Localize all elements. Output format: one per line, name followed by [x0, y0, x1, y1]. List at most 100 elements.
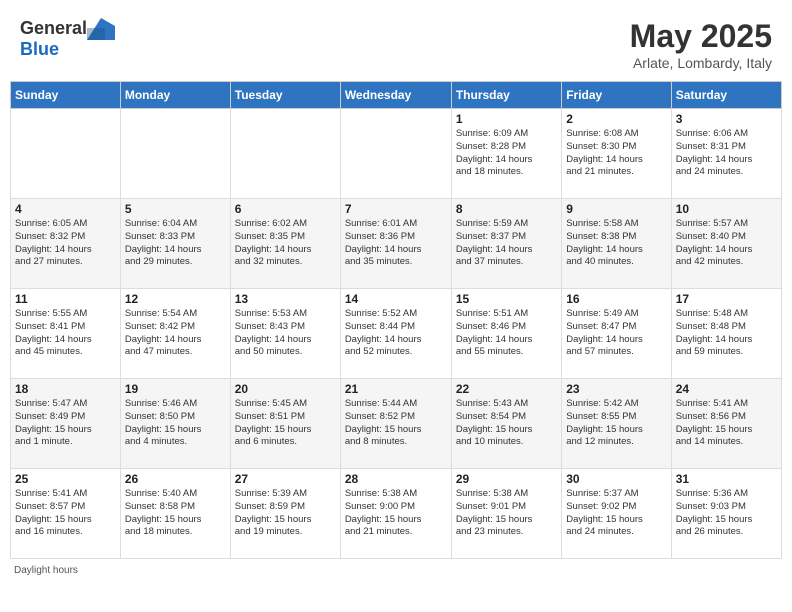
day-number: 2	[566, 112, 666, 126]
day-number: 19	[125, 382, 226, 396]
calendar-cell: 13 Sunrise: 5:53 AMSunset: 8:43 PMDayligh…	[230, 289, 340, 379]
calendar-cell: 3 Sunrise: 6:06 AMSunset: 8:31 PMDaylight…	[671, 109, 781, 199]
day-info: Sunrise: 5:43 AMSunset: 8:54 PMDaylight:…	[456, 398, 557, 449]
calendar-cell: 15Sunrise: 5:51 AMSunset: 8:46 PMDayligh…	[451, 289, 561, 379]
weekday-header-cell: Friday	[562, 82, 671, 109]
day-info: Sunrise: 6:05 AMSunset: 8:32 PMDaylight:…	[15, 218, 116, 269]
page-header: General Blue May 2025 Arlate, Lombardy, …	[10, 10, 782, 77]
logo-icon	[87, 18, 115, 40]
calendar-cell: 17Sunrise: 5:48 AMSunset: 8:48 PMDayligh…	[671, 289, 781, 379]
calendar-cell: 10Sunrise: 5:57 AMSunset: 8:40 PMDayligh…	[671, 199, 781, 289]
day-number: 5	[125, 202, 226, 216]
day-info: Sunrise: 5:41 AMSunset: 8:57 PMDaylight:…	[15, 488, 116, 539]
calendar-cell: 8Sunrise: 5:59 AMSunset: 8:37 PMDaylight…	[451, 199, 561, 289]
calendar-cell: 16Sunrise: 5:49 AMSunset: 8:47 PMDayligh…	[562, 289, 671, 379]
calendar-cell: 31Sunrise: 5:36 AMSunset: 9:03 PMDayligh…	[671, 469, 781, 559]
day-info: Sunrise: 5:38 AMSunset: 9:01 PMDaylight:…	[456, 488, 557, 539]
day-number: 3	[676, 112, 777, 126]
calendar-cell: 30 Sunrise: 5:37 AMSunset: 9:02 PMDayligh…	[562, 469, 671, 559]
calendar-cell: 6Sunrise: 6:02 AMSunset: 8:35 PMDaylight…	[230, 199, 340, 289]
weekday-header-cell: Tuesday	[230, 82, 340, 109]
logo: General Blue	[20, 18, 115, 60]
day-number: 10	[676, 202, 777, 216]
day-number: 22	[456, 382, 557, 396]
day-info: Sunrise: 6:08 AMSunset: 8:30 PMDaylight:…	[566, 128, 666, 179]
day-number: 26	[125, 472, 226, 486]
day-number: 17	[676, 292, 777, 306]
calendar-cell: 11 Sunrise: 5:55 AMSunset: 8:41 PMDayligh…	[11, 289, 121, 379]
footer: Daylight hours	[10, 565, 782, 576]
calendar-cell: 7Sunrise: 6:01 AMSunset: 8:36 PMDaylight…	[340, 199, 451, 289]
day-number: 21	[345, 382, 447, 396]
day-info: Sunrise: 5:38 AMSunset: 9:00 PMDaylight:…	[345, 488, 447, 539]
calendar-cell: 25 Sunrise: 5:41 AMSunset: 8:57 PMDayligh…	[11, 469, 121, 559]
day-info: Sunrise: 5:47 AMSunset: 8:49 PMDaylight:…	[15, 398, 116, 449]
logo-general: General	[20, 19, 87, 39]
day-number: 24	[676, 382, 777, 396]
day-info: Sunrise: 5:46 AMSunset: 8:50 PMDaylight:…	[125, 398, 226, 449]
day-number: 6	[235, 202, 336, 216]
day-info: Sunrise: 5:42 AMSunset: 8:55 PMDaylight:…	[566, 398, 666, 449]
day-info: Sunrise: 5:55 AMSunset: 8:41 PMDaylight:…	[15, 308, 116, 359]
weekday-header-cell: Monday	[120, 82, 230, 109]
day-number: 12	[125, 292, 226, 306]
title-block: May 2025 Arlate, Lombardy, Italy	[630, 18, 772, 71]
day-number: 25	[15, 472, 116, 486]
day-number: 20	[235, 382, 336, 396]
calendar-cell	[340, 109, 451, 199]
calendar-location: Arlate, Lombardy, Italy	[630, 55, 772, 71]
logo-blue: Blue	[20, 40, 59, 60]
calendar-cell: 19 Sunrise: 5:46 AMSunset: 8:50 PMDayligh…	[120, 379, 230, 469]
weekday-header-cell: Saturday	[671, 82, 781, 109]
calendar-week-row: 18 Sunrise: 5:47 AMSunset: 8:49 PMDayligh…	[11, 379, 782, 469]
day-info: Sunrise: 5:54 AMSunset: 8:42 PMDaylight:…	[125, 308, 226, 359]
day-info: Sunrise: 5:51 AMSunset: 8:46 PMDaylight:…	[456, 308, 557, 359]
day-info: Sunrise: 5:40 AMSunset: 8:58 PMDaylight:…	[125, 488, 226, 539]
calendar-cell: 24 Sunrise: 5:41 AMSunset: 8:56 PMDayligh…	[671, 379, 781, 469]
day-info: Sunrise: 5:44 AMSunset: 8:52 PMDaylight:…	[345, 398, 447, 449]
day-number: 13	[235, 292, 336, 306]
calendar-cell: 28 Sunrise: 5:38 AMSunset: 9:00 PMDayligh…	[340, 469, 451, 559]
day-number: 28	[345, 472, 447, 486]
day-info: Sunrise: 5:39 AMSunset: 8:59 PMDaylight:…	[235, 488, 336, 539]
day-info: Sunrise: 5:41 AMSunset: 8:56 PMDaylight:…	[676, 398, 777, 449]
calendar-cell: 26 Sunrise: 5:40 AMSunset: 8:58 PMDayligh…	[120, 469, 230, 559]
calendar-cell	[120, 109, 230, 199]
day-info: Sunrise: 5:45 AMSunset: 8:51 PMDaylight:…	[235, 398, 336, 449]
calendar-cell: 1 Sunrise: 6:09 AMSunset: 8:28 PMDaylight…	[451, 109, 561, 199]
day-number: 23	[566, 382, 666, 396]
day-number: 14	[345, 292, 447, 306]
day-number: 4	[15, 202, 116, 216]
calendar-body: 1 Sunrise: 6:09 AMSunset: 8:28 PMDaylight…	[11, 109, 782, 559]
day-number: 29	[456, 472, 557, 486]
calendar-cell: 29 Sunrise: 5:38 AMSunset: 9:01 PMDayligh…	[451, 469, 561, 559]
day-number: 8	[456, 202, 557, 216]
calendar-cell: 21 Sunrise: 5:44 AMSunset: 8:52 PMDayligh…	[340, 379, 451, 469]
calendar-cell: 18 Sunrise: 5:47 AMSunset: 8:49 PMDayligh…	[11, 379, 121, 469]
day-number: 18	[15, 382, 116, 396]
day-number: 7	[345, 202, 447, 216]
day-number: 30	[566, 472, 666, 486]
weekday-header-cell: Wednesday	[340, 82, 451, 109]
day-info: Sunrise: 5:53 AMSunset: 8:43 PMDaylight:…	[235, 308, 336, 359]
calendar-cell: 9Sunrise: 5:58 AMSunset: 8:38 PMDaylight…	[562, 199, 671, 289]
day-info: Sunrise: 5:37 AMSunset: 9:02 PMDaylight:…	[566, 488, 666, 539]
day-info: Sunrise: 6:06 AMSunset: 8:31 PMDaylight:…	[676, 128, 777, 179]
day-info: Sunrise: 5:58 AMSunset: 8:38 PMDaylight:…	[566, 218, 666, 269]
day-number: 27	[235, 472, 336, 486]
day-number: 11	[15, 292, 116, 306]
daylight-label: Daylight hours	[14, 565, 78, 576]
calendar-week-row: 4 Sunrise: 6:05 AMSunset: 8:32 PMDaylight…	[11, 199, 782, 289]
day-info: Sunrise: 5:52 AMSunset: 8:44 PMDaylight:…	[345, 308, 447, 359]
day-number: 16	[566, 292, 666, 306]
day-number: 1	[456, 112, 557, 126]
weekday-header-cell: Sunday	[11, 82, 121, 109]
calendar-cell: 4 Sunrise: 6:05 AMSunset: 8:32 PMDaylight…	[11, 199, 121, 289]
weekday-header-row: SundayMondayTuesdayWednesdayThursdayFrid…	[11, 82, 782, 109]
day-info: Sunrise: 6:09 AMSunset: 8:28 PMDaylight:…	[456, 128, 557, 179]
day-info: Sunrise: 6:04 AMSunset: 8:33 PMDaylight:…	[125, 218, 226, 269]
calendar-table: SundayMondayTuesdayWednesdayThursdayFrid…	[10, 81, 782, 559]
calendar-cell: 14 Sunrise: 5:52 AMSunset: 8:44 PMDayligh…	[340, 289, 451, 379]
calendar-week-row: 1 Sunrise: 6:09 AMSunset: 8:28 PMDaylight…	[11, 109, 782, 199]
day-info: Sunrise: 5:36 AMSunset: 9:03 PMDaylight:…	[676, 488, 777, 539]
